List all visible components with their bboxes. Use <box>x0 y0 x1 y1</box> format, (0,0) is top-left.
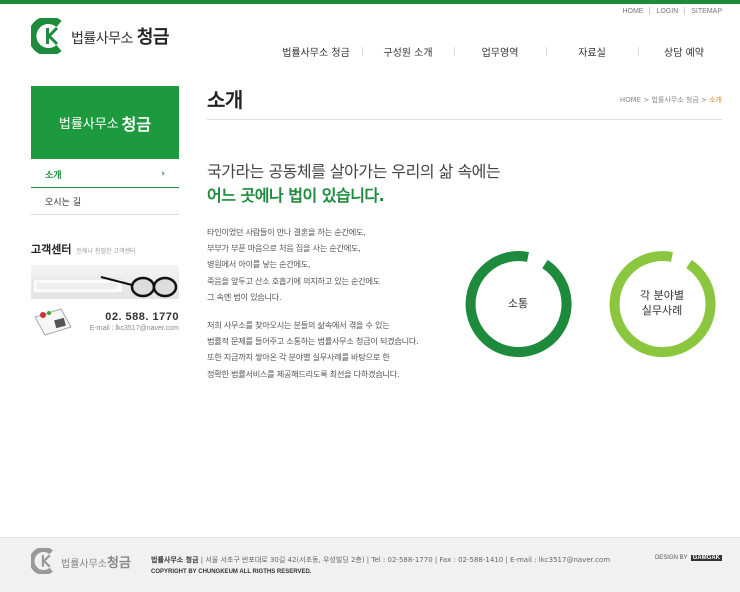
desk-phone-icon <box>34 308 72 336</box>
breadcrumb-home[interactable]: HOME <box>620 96 641 104</box>
circle-label: 각 분야별 실무사례 <box>640 289 684 317</box>
side-menu: 소개 › 오시는 길 <box>31 161 179 215</box>
circle-communication: 소통 <box>458 243 578 363</box>
nav-item-about[interactable]: 법률사무소 청금 <box>270 44 362 59</box>
paragraph-line: 병원에서 아이를 낳는 순간에도, <box>207 259 311 270</box>
nav-item-members[interactable]: 구성원 소개 <box>362 44 454 59</box>
page: HOME LOGIN SITEMAP 법률사무소 청금 법률사무소 청금 구성원… <box>0 0 740 592</box>
sitemap-link[interactable]: SITEMAP <box>691 8 722 15</box>
side-banner: 법률사무소 청금 <box>31 86 179 159</box>
paragraph-line: 죽음을 앞두고 산소 호흡기에 의지하고 있는 순간에도 <box>207 275 380 286</box>
circle-label: 소통 <box>507 296 529 310</box>
paragraph-line: 또한 지금까지 쌓아온 각 분야별 실무사례를 바탕으로 한 <box>207 352 390 363</box>
footer-logo-mark-icon <box>31 548 53 574</box>
divider <box>649 7 651 15</box>
glasses-image <box>31 265 179 299</box>
side-item-label: 소개 <box>45 170 62 181</box>
logo-text: 법률사무소 청금 <box>71 27 169 48</box>
chevron-right-icon: › <box>161 169 165 179</box>
paragraph-line: 정확한 법률서비스를 제공해드리도록 최선을 다하겠습니다. <box>207 368 400 379</box>
utility-links: HOME LOGIN SITEMAP <box>622 7 722 15</box>
paragraph-line: 그 속엔 법이 있습니다. <box>207 291 282 302</box>
customer-email: E-mail : lkc3517@naver.com <box>89 325 179 332</box>
customer-phone: 02. 588. 1770 <box>105 311 179 323</box>
customer-center-title: 고객센터 <box>31 243 72 256</box>
paragraph-line: 부부가 부푼 마음으로 처음 집을 사는 순간에도, <box>207 243 361 254</box>
footer-design-credit: DESIGN BY GAMGAK <box>654 555 722 561</box>
design-badge: GAMGAK <box>690 555 722 561</box>
customer-center: 고객센터 언제나 친절한 고객센터 02. 588. 1770 E-mail :… <box>31 241 179 336</box>
footer: 법률사무소청금 법률사무소 청금 | 서울 서초구 반포대로 30길 42(서초… <box>0 537 740 592</box>
intro-paragraph-2: 저희 사무소를 찾아오시는 분들의 삶속에서 겪을 수 있는 법률적 문제를 들… <box>207 317 419 382</box>
side-item-label: 오시는 길 <box>45 197 81 208</box>
breadcrumb-section[interactable]: 법률사무소 청금 <box>651 96 698 104</box>
logo-mark-icon <box>31 18 62 54</box>
paragraph-line: 법률적 문제를 들어주고 소통하는 법률사무소 청금이 되겠습니다. <box>207 336 419 347</box>
paragraph-line: 타인이었던 사람들이 만나 결혼을 하는 순간에도, <box>207 227 366 237</box>
breadcrumb-separator: > <box>643 96 650 104</box>
footer-copyright: COPYRIGHT BY CHUNGKEUM ALL RIGTHS RESERV… <box>151 569 312 575</box>
side-item-directions[interactable]: 오시는 길 <box>31 188 179 215</box>
nav-item-consult[interactable]: 상담 예약 <box>638 44 730 59</box>
intro-paragraph-1: 타인이었던 사람들이 만나 결혼을 하는 순간에도, 부부가 부푼 마음으로 처… <box>207 224 380 305</box>
side-item-about[interactable]: 소개 › <box>31 161 179 188</box>
paragraph-line: 저희 사무소를 찾아오시는 분들의 삶속에서 겪을 수 있는 <box>207 320 390 330</box>
footer-address: 법률사무소 청금 | 서울 서초구 반포대로 30길 42(서초동, 우성빌딩 … <box>151 556 611 564</box>
main-nav: 법률사무소 청금 구성원 소개 업무영역 자료실 상담 예약 <box>270 44 730 59</box>
breadcrumb-current: 소개 <box>709 96 722 104</box>
nav-item-resources[interactable]: 자료실 <box>546 44 638 59</box>
login-link[interactable]: LOGIN <box>656 8 678 15</box>
divider <box>684 7 686 15</box>
headline-line2: 어느 곳에나 법이 있습니다. <box>207 186 385 205</box>
breadcrumb: HOME > 법률사무소 청금 > 소개 <box>620 95 722 105</box>
title-divider <box>207 119 722 120</box>
breadcrumb-separator: > <box>701 96 707 104</box>
nav-item-practice[interactable]: 업무영역 <box>454 44 546 59</box>
home-link[interactable]: HOME <box>622 8 643 15</box>
footer-logo: 법률사무소청금 <box>31 548 131 574</box>
circle-case-studies: 각 분야별 실무사례 <box>602 243 722 363</box>
page-title: 소개 <box>207 88 243 112</box>
site-logo[interactable]: 법률사무소 청금 <box>31 18 169 54</box>
top-accent-line <box>0 0 740 4</box>
customer-center-subtitle: 언제나 친절한 고객센터 <box>76 248 136 255</box>
headline-line1: 국가라는 공동체를 살아가는 우리의 삶 속에는 <box>207 162 501 181</box>
